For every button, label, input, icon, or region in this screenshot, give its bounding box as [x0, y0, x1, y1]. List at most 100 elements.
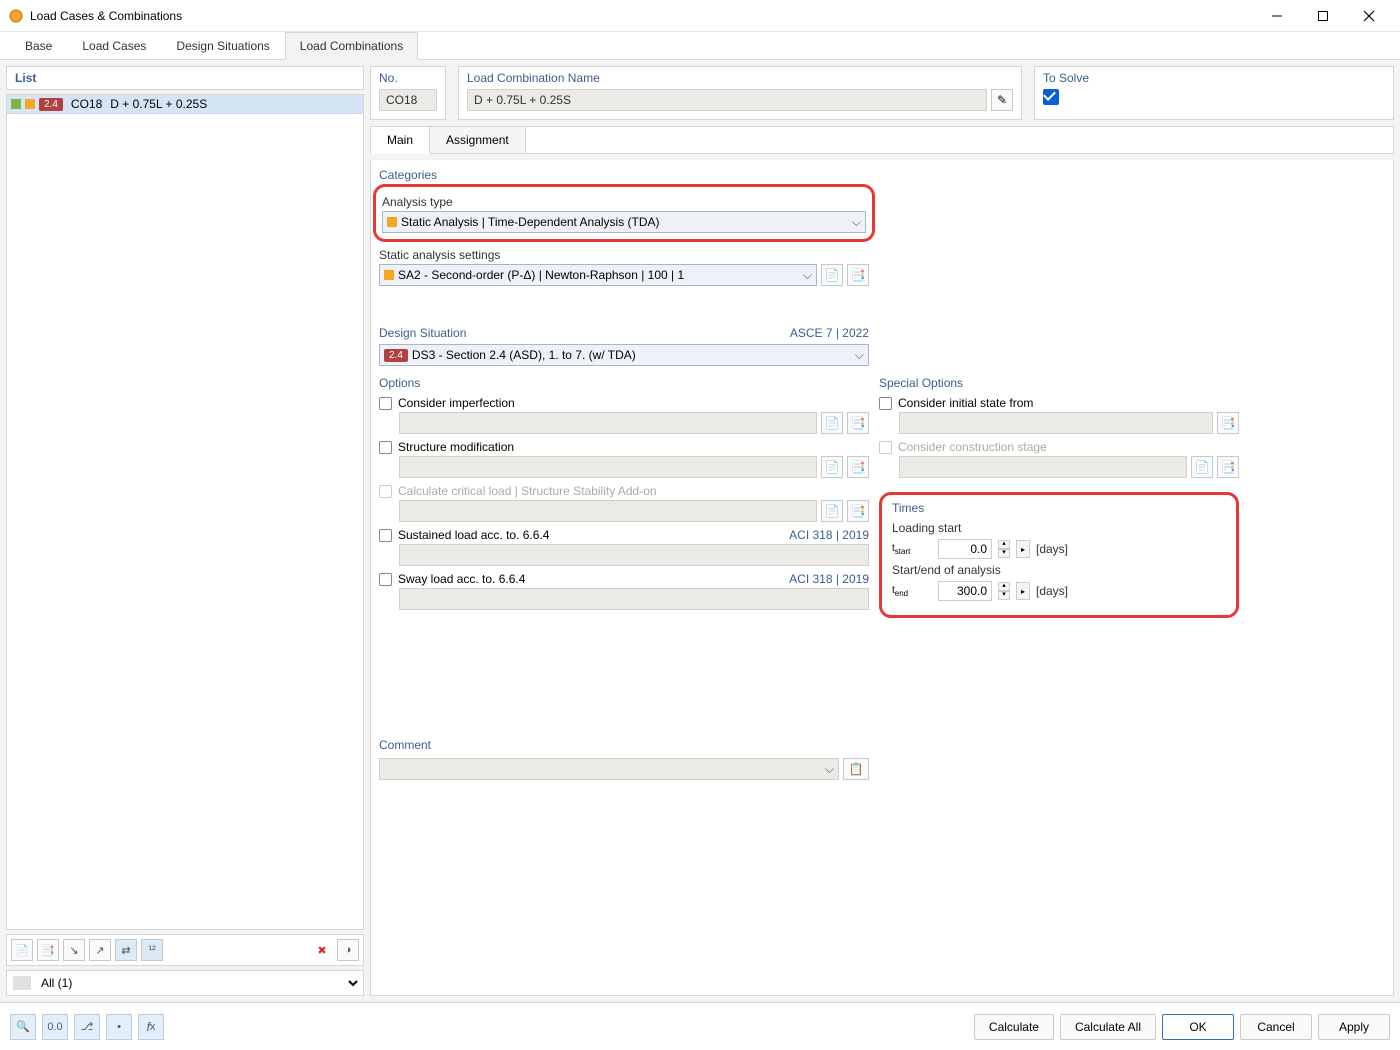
filter-swatch-icon — [13, 976, 31, 990]
calculate-button[interactable]: Calculate — [974, 1014, 1054, 1040]
to-solve-checkbox[interactable] — [1043, 89, 1059, 105]
analysis-type-label: Analysis type — [382, 195, 866, 209]
copy-comment-icon[interactable]: 📋 — [843, 758, 869, 780]
times-highlight: Times Loading start tstart ▴▾ ▸ [days] S… — [879, 492, 1239, 618]
play-icon[interactable]: ▸ — [1016, 540, 1030, 558]
construction-stage-select — [899, 456, 1187, 478]
opt-structure-mod[interactable]: Structure modification — [379, 440, 869, 454]
list-toolbar: 📄 📑 ↘ ↗ ⇄ ¹² ✖ ◑ — [6, 934, 364, 966]
options-title: Options — [379, 376, 869, 390]
footer: 🔍 0.0 ⎇ • fx Calculate Calculate All OK … — [0, 1002, 1400, 1050]
times-title: Times — [892, 501, 1226, 515]
tab-main[interactable]: Main — [371, 127, 430, 154]
tstart-symbol: tstart — [892, 543, 932, 556]
calculate-all-button[interactable]: Calculate All — [1060, 1014, 1156, 1040]
maximize-button[interactable] — [1300, 1, 1346, 31]
comment-select[interactable]: ⌵ — [379, 758, 839, 780]
edit-sas-icon[interactable]: 📑 — [847, 264, 869, 286]
dot-icon[interactable]: • — [106, 1014, 132, 1040]
tstart-input[interactable] — [938, 539, 992, 559]
close-button[interactable] — [1346, 1, 1392, 31]
new-icon[interactable]: 📄 — [1191, 456, 1213, 478]
sway-select[interactable] — [399, 588, 869, 610]
chevron-down-icon: ⌵ — [852, 215, 861, 230]
opt-initial-state[interactable]: Consider initial state from — [879, 396, 1239, 410]
sustained-select[interactable] — [399, 544, 869, 566]
aci-ref: ACI 318 | 2019 — [789, 572, 869, 586]
copy-icon[interactable]: 📑 — [37, 939, 59, 961]
new-icon[interactable]: 📄 — [821, 412, 843, 434]
checkbox-icon[interactable] — [879, 397, 892, 410]
color-swatch-icon — [25, 99, 35, 109]
tab-load-cases[interactable]: Load Cases — [67, 32, 161, 59]
new-icon[interactable]: 📄 — [821, 500, 843, 522]
load-combination-list[interactable]: 2.4 CO18 D + 0.75L + 0.25S — [6, 94, 364, 930]
minimize-button[interactable] — [1254, 1, 1300, 31]
edit-icon[interactable]: 📑 — [1217, 456, 1239, 478]
no-field[interactable]: CO18 — [379, 89, 437, 111]
structure-mod-select[interactable] — [399, 456, 817, 478]
name-label: Load Combination Name — [467, 71, 1013, 85]
checkbox-icon[interactable] — [379, 397, 392, 410]
initial-state-select[interactable] — [899, 412, 1213, 434]
list-item[interactable]: 2.4 CO18 D + 0.75L + 0.25S — [7, 95, 363, 114]
tree-icon[interactable]: ⎇ — [74, 1014, 100, 1040]
list-item-desc: D + 0.75L + 0.25S — [110, 97, 207, 111]
toggle-icon[interactable]: ◑ — [337, 939, 359, 961]
list-filter[interactable]: All (1) — [6, 970, 364, 996]
branch-up-icon[interactable]: ↗ — [89, 939, 111, 961]
color-swatch-icon — [387, 217, 397, 227]
chevron-down-icon: ⌵ — [803, 268, 812, 283]
opt-sway[interactable]: Sway load acc. to. 6.6.4ACI 318 | 2019 — [379, 572, 869, 586]
analysis-type-select[interactable]: Static Analysis | Time-Dependent Analysi… — [382, 211, 866, 233]
chevron-down-icon: ⌵ — [855, 348, 864, 363]
checkbox-icon[interactable] — [379, 529, 392, 542]
unit-label: [days] — [1036, 584, 1068, 598]
cancel-button[interactable]: Cancel — [1240, 1014, 1312, 1040]
help-icon[interactable]: 🔍 — [10, 1014, 36, 1040]
design-situation-select[interactable]: 2.4DS3 - Section 2.4 (ASD), 1. to 7. (w/… — [379, 344, 869, 366]
edit-icon[interactable]: 📑 — [1217, 412, 1239, 434]
name-field[interactable]: D + 0.75L + 0.25S — [467, 89, 987, 111]
tab-load-combinations[interactable]: Load Combinations — [285, 32, 418, 60]
tab-assignment[interactable]: Assignment — [430, 127, 526, 154]
renumber-icon[interactable]: ¹² — [141, 939, 163, 961]
ok-button[interactable]: OK — [1162, 1014, 1234, 1040]
edit-icon[interactable]: 📑 — [847, 456, 869, 478]
swap-icon[interactable]: ⇄ — [115, 939, 137, 961]
play-icon[interactable]: ▸ — [1016, 582, 1030, 600]
new-icon[interactable]: 📄 — [11, 939, 33, 961]
tend-input[interactable] — [938, 581, 992, 601]
edit-icon[interactable]: 📑 — [847, 500, 869, 522]
filter-select[interactable]: All (1) — [35, 973, 361, 993]
unit-label: [days] — [1036, 542, 1068, 556]
new-sas-icon[interactable]: 📄 — [821, 264, 843, 286]
list-item-code: CO18 — [71, 97, 102, 111]
loading-start-label: Loading start — [892, 521, 1226, 535]
checkbox-icon[interactable] — [379, 573, 392, 586]
titlebar: Load Cases & Combinations — [0, 0, 1400, 32]
tab-design-situations[interactable]: Design Situations — [161, 32, 284, 59]
sas-label: Static analysis settings — [379, 248, 869, 262]
section-badge: 2.4 — [384, 349, 408, 362]
branch-down-icon[interactable]: ↘ — [63, 939, 85, 961]
app-icon — [8, 8, 24, 24]
imperfection-select[interactable] — [399, 412, 817, 434]
spinner[interactable]: ▴▾ — [998, 540, 1010, 558]
comment-title: Comment — [379, 738, 869, 752]
edit-icon[interactable]: 📑 — [847, 412, 869, 434]
delete-icon[interactable]: ✖ — [311, 939, 333, 961]
new-icon[interactable]: 📄 — [821, 456, 843, 478]
apply-button[interactable]: Apply — [1318, 1014, 1390, 1040]
checkbox-icon[interactable] — [379, 441, 392, 454]
sas-select[interactable]: SA2 - Second-order (P-Δ) | Newton-Raphso… — [379, 264, 817, 286]
spinner[interactable]: ▴▾ — [998, 582, 1010, 600]
opt-sustained[interactable]: Sustained load acc. to. 6.6.4ACI 318 | 2… — [379, 528, 869, 542]
units-icon[interactable]: 0.0 — [42, 1014, 68, 1040]
design-situation-code-ref: ASCE 7 | 2022 — [790, 326, 869, 340]
fx-icon[interactable]: fx — [138, 1014, 164, 1040]
no-label: No. — [379, 71, 437, 85]
edit-icon[interactable]: ✎ — [991, 89, 1013, 111]
opt-imperfection[interactable]: Consider imperfection — [379, 396, 869, 410]
tab-base[interactable]: Base — [10, 32, 67, 59]
